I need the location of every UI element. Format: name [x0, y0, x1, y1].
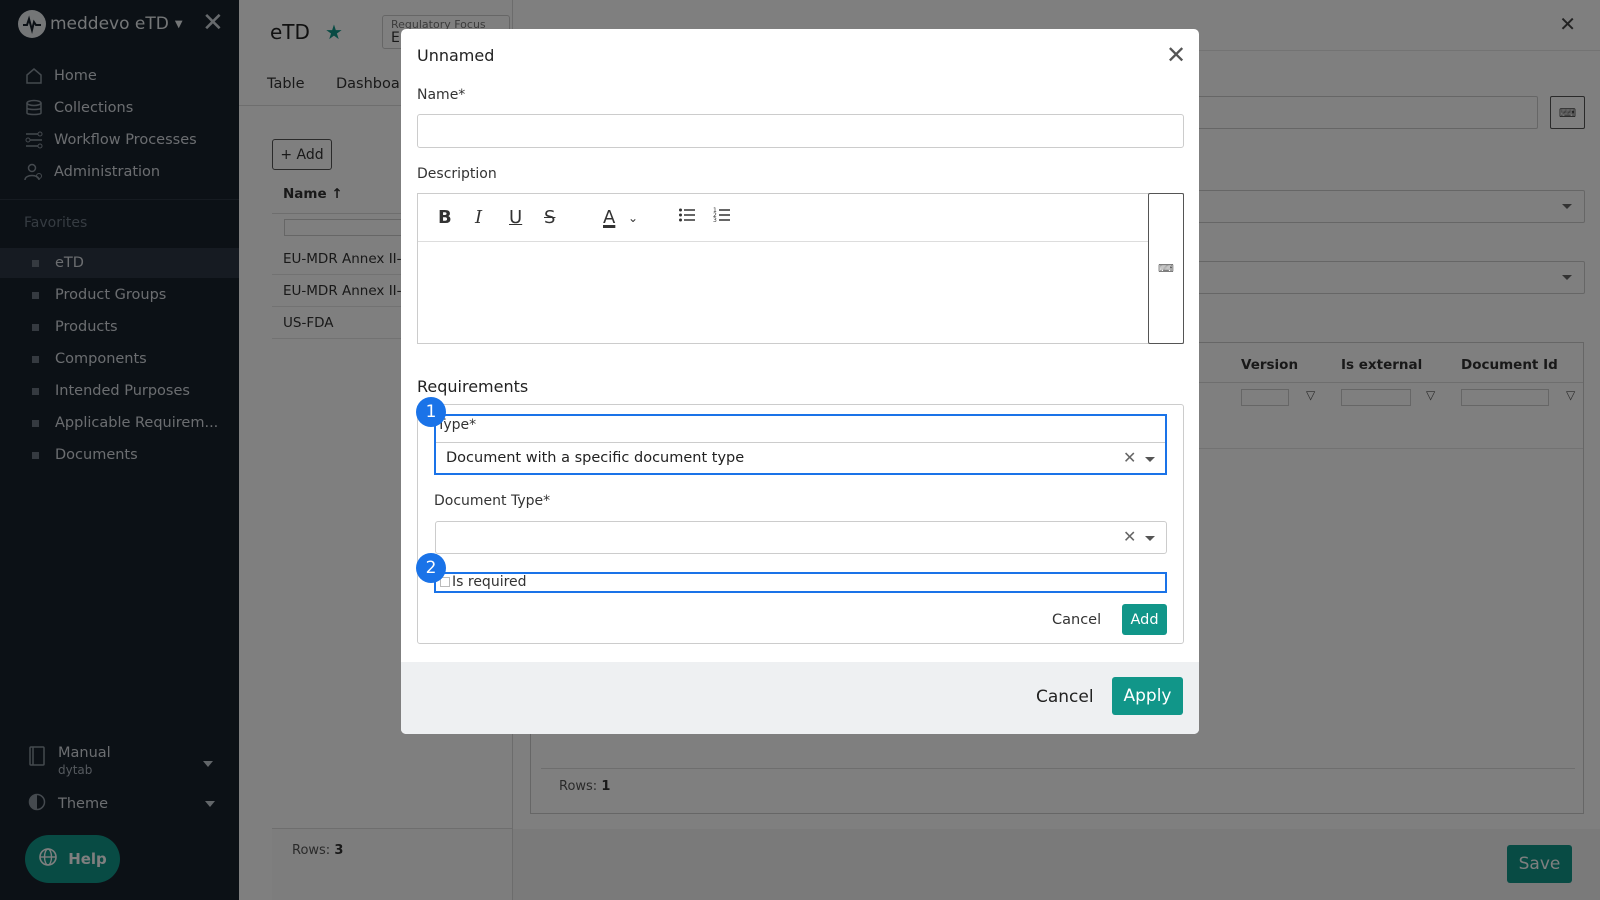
text-color-icon[interactable]: A: [603, 206, 615, 230]
document-type-select[interactable]: ✕: [435, 521, 1167, 554]
step-badge-2: 2: [416, 553, 446, 583]
cancel-button[interactable]: Cancel: [1036, 687, 1094, 707]
requirement-add-button[interactable]: Add: [1122, 604, 1167, 635]
requirements-title: Requirements: [417, 377, 529, 396]
caret-down-icon[interactable]: [1145, 457, 1155, 462]
name-label: Name*: [417, 87, 466, 103]
close-icon[interactable]: ✕: [1166, 43, 1186, 67]
is-required-highlight: Is required: [434, 572, 1167, 593]
svg-text:3: 3: [713, 217, 717, 224]
type-field-highlight: Type* Document with a specific document …: [434, 414, 1167, 475]
document-type-label: Document Type*: [434, 493, 551, 509]
italic-icon[interactable]: I: [475, 206, 482, 230]
clear-icon[interactable]: ✕: [1123, 527, 1136, 546]
clear-icon[interactable]: ✕: [1123, 448, 1136, 467]
dialog-title: Unnamed: [417, 46, 495, 65]
bullet-list-icon[interactable]: [678, 206, 696, 231]
edit-requirement-dialog: Unnamed ✕ Name* Description B I U S A ⌄ …: [401, 29, 1199, 734]
dialog-footer: Cancel Apply: [401, 662, 1199, 734]
description-label: Description: [417, 166, 497, 182]
caret-down-icon[interactable]: [1145, 536, 1155, 541]
underline-icon[interactable]: U: [509, 206, 522, 230]
is-required-label[interactable]: Is required: [452, 574, 527, 590]
type-value: Document with a specific document type: [446, 450, 745, 466]
chevron-down-icon[interactable]: ⌄: [628, 206, 638, 230]
requirement-cancel-button[interactable]: Cancel: [1052, 612, 1101, 628]
description-editor[interactable]: B I U S A ⌄ 123 ⌨: [417, 193, 1184, 344]
name-input[interactable]: [417, 114, 1184, 148]
keyboard-icon[interactable]: ⌨: [1148, 193, 1184, 344]
strikethrough-icon[interactable]: S: [544, 206, 555, 230]
apply-button[interactable]: Apply: [1112, 677, 1183, 715]
step-badge-1: 1: [416, 397, 446, 427]
type-select[interactable]: Document with a specific document type ✕: [436, 442, 1165, 475]
requirement-form: Type* Document with a specific document …: [416, 397, 1184, 644]
editor-toolbar: B I U S A ⌄ 123: [418, 194, 1149, 242]
numbered-list-icon[interactable]: 123: [713, 206, 731, 231]
bold-icon[interactable]: B: [438, 206, 452, 230]
